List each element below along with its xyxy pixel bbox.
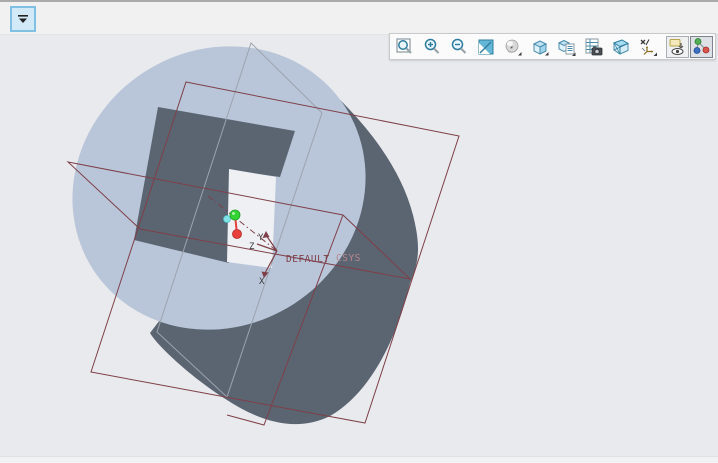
cad-application-window: Z Y X DEFAULT CSYS bbox=[0, 0, 718, 463]
repaint-button[interactable] bbox=[473, 36, 499, 58]
3d-viewport[interactable]: Z Y X DEFAULT CSYS bbox=[0, 0, 718, 463]
shaded-sphere-icon bbox=[503, 37, 523, 57]
model-view-canvas: Z Y X DEFAULT CSYS bbox=[0, 0, 718, 463]
spin-center-toggle-button[interactable] bbox=[690, 36, 713, 58]
spin-center-icon bbox=[692, 37, 711, 56]
datum-display-filters-button[interactable] bbox=[635, 36, 661, 58]
zoom-out-button[interactable] bbox=[446, 36, 472, 58]
wireframe-cube-icon bbox=[611, 37, 631, 57]
zoom-in-icon bbox=[422, 37, 442, 57]
zoom-in-button[interactable] bbox=[419, 36, 445, 58]
datum-axes-icon bbox=[638, 37, 658, 57]
csys-z-label: Z bbox=[249, 242, 255, 252]
graphics-toolbar bbox=[389, 33, 716, 60]
display-style-button[interactable] bbox=[527, 36, 553, 58]
shading-style-button[interactable] bbox=[500, 36, 526, 58]
zoom-out-icon bbox=[449, 37, 469, 57]
table-camera-icon bbox=[584, 37, 604, 57]
csys-x-label: X bbox=[259, 277, 265, 287]
repaint-icon bbox=[476, 37, 496, 57]
csys-name-label-dim[interactable]: CSYS bbox=[336, 253, 361, 264]
saved-orientations-button[interactable] bbox=[554, 36, 580, 58]
cube-icon bbox=[530, 37, 550, 57]
csys-name-label[interactable]: DEFAULT bbox=[286, 254, 330, 265]
refit-button[interactable] bbox=[392, 36, 418, 58]
viewport-dropdown-button[interactable] bbox=[10, 6, 36, 32]
perspective-view-button[interactable] bbox=[608, 36, 634, 58]
cube-list-icon bbox=[557, 37, 577, 57]
refit-magnifier-icon bbox=[395, 37, 415, 57]
dropdown-filter-icon bbox=[15, 12, 31, 26]
annotation-display-button[interactable] bbox=[666, 36, 689, 58]
view-manager-button[interactable] bbox=[581, 36, 607, 58]
note-eye-icon bbox=[668, 37, 687, 56]
csys-y-label: Y bbox=[258, 233, 264, 243]
